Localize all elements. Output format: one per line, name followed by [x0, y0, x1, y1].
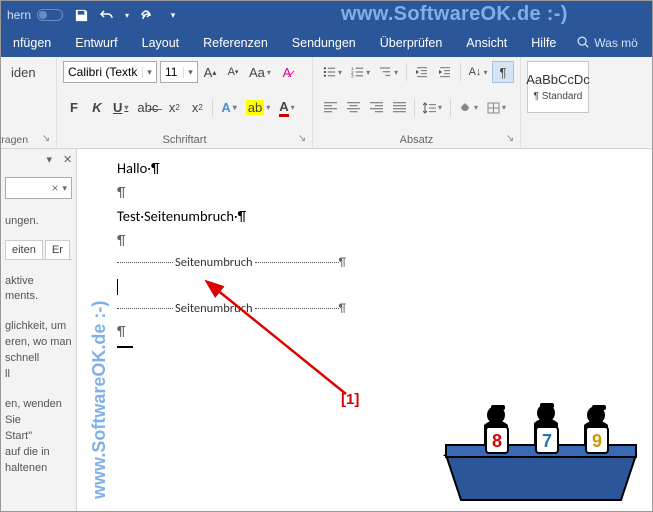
- judges-illustration: 8 7 9: [436, 385, 646, 505]
- bold-button[interactable]: F: [63, 97, 85, 119]
- search-icon: [576, 35, 590, 52]
- svg-text:9: 9: [592, 431, 602, 451]
- tab-design[interactable]: Entwurf: [63, 29, 129, 57]
- doc-line: ¶: [117, 322, 642, 340]
- svg-text:7: 7: [542, 431, 552, 451]
- italic-button[interactable]: K: [86, 97, 108, 119]
- nav-tab-pages[interactable]: eiten: [5, 240, 43, 259]
- watermark-side: www.SoftwareOK.de :-): [89, 301, 110, 499]
- doc-line: Test·Seitenumbruch·¶: [117, 207, 642, 225]
- doc-line: ¶: [117, 231, 642, 249]
- font-size-combo[interactable]: ▾: [160, 61, 198, 83]
- justify-button[interactable]: [388, 97, 410, 119]
- nav-result-text: ungen.: [5, 213, 72, 230]
- font-name-dropdown[interactable]: ▾: [142, 67, 156, 78]
- text-effects-button[interactable]: A: [217, 97, 240, 119]
- grow-font-button[interactable]: A▴: [199, 61, 221, 83]
- indent-increase-button[interactable]: [434, 61, 456, 83]
- sort-button[interactable]: A↓: [465, 61, 491, 83]
- style-name: ¶ Standard: [534, 91, 583, 102]
- nav-info-3: en, wenden SieStart"auf die inhaltenen: [5, 397, 72, 477]
- watermark-top: www.SoftwareOK.de :-): [341, 3, 568, 26]
- tab-help[interactable]: Hilfe: [519, 29, 568, 57]
- save-icon[interactable]: [69, 4, 93, 26]
- redo-icon[interactable]: [135, 4, 159, 26]
- multilevel-button[interactable]: [375, 61, 402, 83]
- page-content[interactable]: Hallo·¶ ¶ Test·Seitenumbruch·¶ ¶ Seitenu…: [107, 149, 652, 358]
- page-end-marker: [117, 346, 133, 348]
- nav-tab-results[interactable]: Er: [45, 240, 70, 259]
- qat-customize[interactable]: ▾: [161, 4, 185, 26]
- style-standard[interactable]: AaBbCcDc ¶ Standard: [527, 61, 589, 113]
- align-right-button[interactable]: [365, 97, 387, 119]
- group-font: ▾ ▾ A▴ A▾ Aa A̷ F K U ab̶c̶ x2 x2 A ab A…: [57, 57, 313, 148]
- strike-button[interactable]: ab̶c̶: [133, 97, 162, 119]
- title-bar: hern ▾ ▾ www.SoftwareOK.de :-): [1, 1, 652, 29]
- align-left-button[interactable]: [319, 97, 341, 119]
- nav-dropdown-icon[interactable]: ▾: [46, 153, 52, 166]
- font-launcher[interactable]: ↘: [295, 131, 309, 145]
- font-size-dropdown[interactable]: ▾: [183, 67, 197, 78]
- font-size-input[interactable]: [161, 65, 183, 79]
- page-break-marker: Seitenumbruch¶: [117, 255, 642, 270]
- doc-line: Hallo·¶: [117, 159, 642, 177]
- style-preview: AaBbCcDc: [526, 72, 590, 87]
- font-group-label: Schriftart: [63, 132, 306, 146]
- undo-icon[interactable]: [95, 4, 119, 26]
- bullets-button[interactable]: [319, 61, 346, 83]
- paragraph-group-label: Absatz: [319, 132, 514, 146]
- tell-me-search[interactable]: Was mö: [576, 35, 638, 52]
- ribbon: iden ertragen ↘ ▾ ▾ A▴ A▾ Aa A̷ F K U ab…: [1, 57, 652, 149]
- cut-button[interactable]: iden: [7, 61, 50, 83]
- show-marks-button[interactable]: ¶: [492, 61, 514, 83]
- tab-view[interactable]: Ansicht: [454, 29, 519, 57]
- undo-dropdown[interactable]: ▾: [121, 4, 133, 26]
- font-name-input[interactable]: [64, 65, 142, 79]
- tab-insert[interactable]: nfügen: [1, 29, 63, 57]
- tell-me-label: Was mö: [594, 36, 638, 50]
- svg-text:8: 8: [492, 431, 502, 451]
- nav-info-1: aktivements.: [5, 274, 72, 306]
- svg-text:3: 3: [351, 74, 354, 78]
- tab-layout[interactable]: Layout: [130, 29, 192, 57]
- tab-references[interactable]: Referenzen: [191, 29, 280, 57]
- shading-button[interactable]: [455, 97, 482, 119]
- font-color-button[interactable]: A: [275, 97, 298, 119]
- clear-format-button[interactable]: A̷: [276, 61, 298, 83]
- format-transfer-label: ertragen: [0, 134, 32, 146]
- nav-close-button[interactable]: ×: [63, 151, 72, 168]
- font-name-combo[interactable]: ▾: [63, 61, 157, 83]
- align-center-button[interactable]: [342, 97, 364, 119]
- superscript-button[interactable]: x2: [186, 97, 208, 119]
- paragraph-launcher[interactable]: ↘: [503, 131, 517, 145]
- subscript-button[interactable]: x2: [163, 97, 185, 119]
- group-paragraph: 123 A↓ ¶: [313, 57, 521, 148]
- doc-line: [117, 276, 642, 295]
- nav-search-box[interactable]: × ▾: [5, 177, 72, 199]
- underline-button[interactable]: U: [109, 97, 132, 119]
- tab-mailings[interactable]: Sendungen: [280, 29, 368, 57]
- group-clipboard: iden ertragen ↘: [1, 57, 57, 148]
- search-options-dropdown[interactable]: ▾: [62, 183, 67, 194]
- numbering-button[interactable]: 123: [347, 61, 374, 83]
- nav-info-2: glichkeit, umeren, wo manschnellll: [5, 319, 72, 383]
- line-spacing-button[interactable]: [419, 97, 446, 119]
- change-case-button[interactable]: Aa: [245, 61, 275, 83]
- tab-review[interactable]: Überprüfen: [368, 29, 455, 57]
- shrink-font-button[interactable]: A▾: [222, 61, 244, 83]
- clear-icon[interactable]: ×: [51, 181, 58, 195]
- page-break-marker: Seitenumbruch¶: [117, 301, 642, 316]
- annotation-label-1: [1]: [341, 391, 359, 408]
- group-styles: AaBbCcDc ¶ Standard: [521, 57, 652, 148]
- clipboard-launcher[interactable]: ↘: [39, 131, 53, 145]
- ribbon-tabs: nfügen Entwurf Layout Referenzen Sendung…: [1, 29, 652, 57]
- borders-button[interactable]: [483, 97, 510, 119]
- navigation-pane: ▾ × × ▾ ungen. eiten Er aktivements. gli…: [1, 149, 77, 511]
- indent-decrease-button[interactable]: [411, 61, 433, 83]
- autosave-label: hern: [7, 8, 31, 22]
- highlight-button[interactable]: ab: [242, 97, 274, 119]
- autosave-toggle[interactable]: [37, 9, 63, 21]
- doc-line: ¶: [117, 183, 642, 201]
